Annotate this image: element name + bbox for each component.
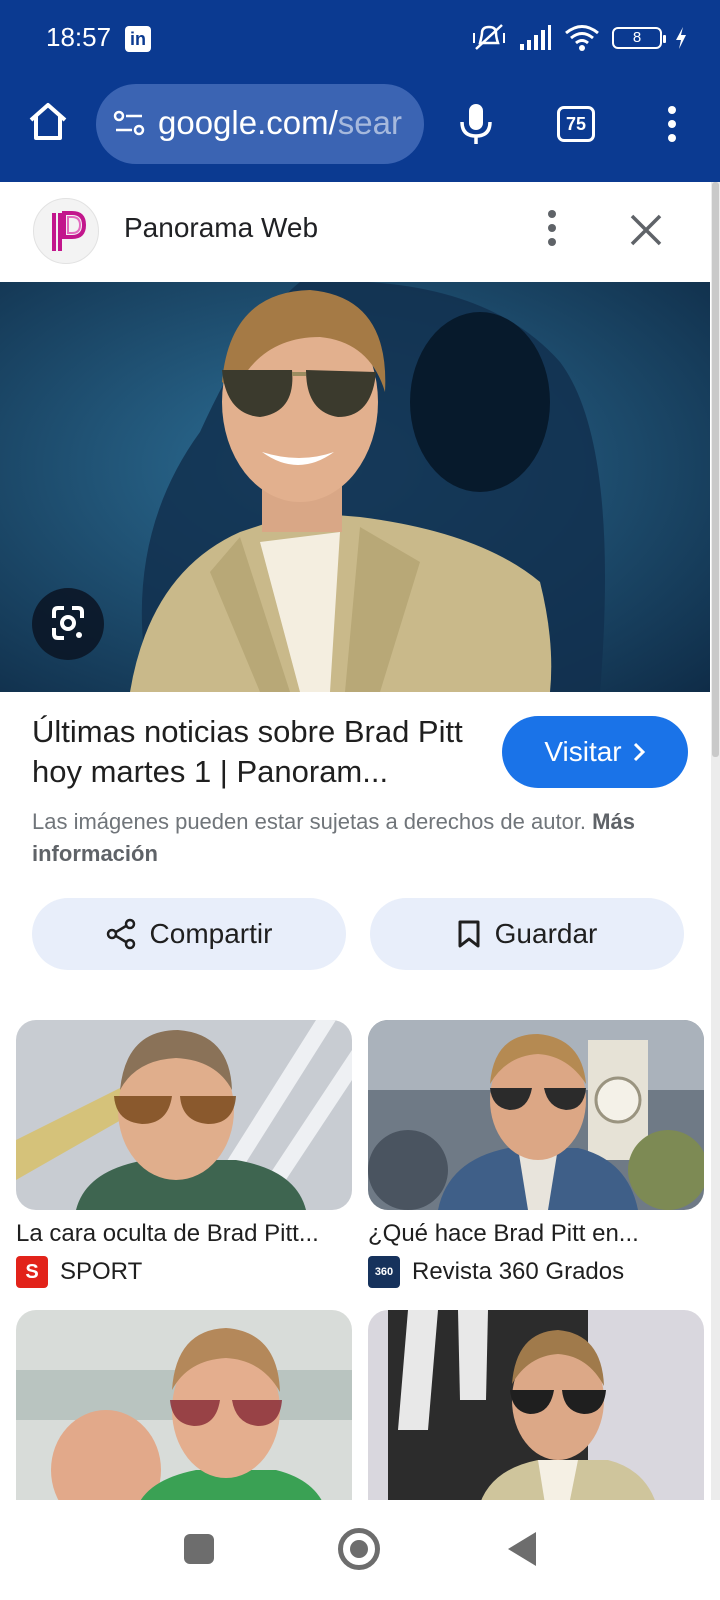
tab-switcher-button[interactable]: 75 — [557, 106, 595, 142]
related-thumbnail[interactable] — [368, 1020, 704, 1210]
scrollbar-thumb[interactable] — [712, 182, 719, 757]
related-image-2 — [368, 1020, 704, 1210]
related-thumbnail[interactable] — [16, 1310, 352, 1510]
card-title[interactable]: ¿Qué hace Brad Pitt en... — [368, 1220, 704, 1248]
sport-favicon-icon: S — [16, 1256, 48, 1288]
signal-icon — [520, 25, 551, 50]
card-source-name: Revista 360 Grados — [412, 1258, 625, 1285]
source-logo — [33, 198, 99, 264]
save-button[interactable]: Guardar — [370, 898, 684, 970]
back-button[interactable] — [508, 1532, 536, 1566]
related-image-card[interactable]: La cara oculta de Brad Pitt... S SPORT — [16, 1020, 352, 1288]
visit-button[interactable]: Visitar — [502, 716, 688, 788]
main-image-illustration — [0, 282, 710, 692]
share-button[interactable]: Compartir — [32, 898, 346, 970]
mute-vibrate-icon — [473, 24, 505, 50]
chevron-right-icon — [633, 742, 645, 762]
share-label: Compartir — [149, 918, 273, 949]
panorama-logo-icon — [52, 211, 87, 251]
source-name[interactable]: Panorama Web — [124, 212, 318, 244]
system-nav-bar — [0, 1500, 720, 1600]
linkedin-icon: in — [125, 26, 151, 52]
card-title[interactable]: La cara oculta de Brad Pitt... — [16, 1220, 352, 1248]
main-image[interactable] — [0, 282, 710, 692]
save-label: Guardar — [494, 918, 598, 949]
more-options-icon[interactable] — [660, 104, 684, 144]
browser-topbar: 18:57 in 8 google.com/sear 75 — [0, 0, 720, 182]
site-settings-icon[interactable] — [112, 106, 146, 140]
copyright-notice: Las imágenes pueden estar sujetas a dere… — [32, 809, 635, 866]
related-image-1 — [16, 1020, 352, 1210]
result-title[interactable]: Últimas noticias sobre Brad Pitt hoy mar… — [32, 712, 472, 792]
more-options-icon[interactable] — [542, 208, 562, 248]
card-source[interactable]: S SPORT — [16, 1256, 352, 1288]
revista-360-favicon-icon: 360 — [368, 1256, 400, 1288]
google-lens-button[interactable] — [32, 588, 104, 660]
url-text[interactable]: google.com/sear — [158, 104, 402, 142]
close-icon[interactable] — [628, 212, 664, 248]
card-source-name: SPORT — [60, 1258, 143, 1285]
image-source-header: Panorama Web — [0, 182, 710, 282]
mic-icon[interactable] — [457, 102, 495, 146]
battery-icon: 8 — [612, 27, 666, 49]
related-thumbnail[interactable] — [16, 1020, 352, 1210]
bookmark-icon — [458, 920, 480, 948]
visit-label: Visitar — [544, 736, 622, 767]
url-bar[interactable]: google.com/sear — [96, 84, 424, 164]
status-icons: 8 — [472, 20, 688, 56]
card-source[interactable]: 360 Revista 360 Grados — [368, 1256, 704, 1288]
related-image-card[interactable] — [368, 1310, 704, 1510]
home-button[interactable] — [338, 1528, 380, 1570]
status-time: 18:57 — [46, 22, 112, 52]
related-image-card[interactable] — [16, 1310, 352, 1510]
wifi-icon — [565, 25, 599, 51]
lens-icon — [52, 606, 84, 640]
related-image-card[interactable]: ¿Qué hace Brad Pitt en... 360 Revista 36… — [368, 1020, 704, 1288]
related-thumbnail[interactable] — [368, 1310, 704, 1510]
charging-icon — [676, 27, 686, 49]
share-icon — [106, 918, 135, 950]
home-icon[interactable] — [26, 100, 70, 144]
related-image-4 — [368, 1310, 704, 1510]
recent-apps-button[interactable] — [184, 1534, 214, 1564]
related-image-3 — [16, 1310, 352, 1510]
